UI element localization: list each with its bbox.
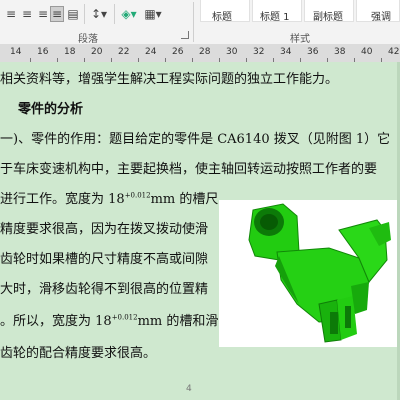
body-line: 相关资料等，增强学生解决工程实际问题的独立工作能力。 (0, 72, 339, 87)
part-figure[interactable] (219, 200, 400, 347)
body-line: 齿轮时如果槽的尺寸精度不高或间隙 (0, 252, 209, 267)
ribbon: ≡ ≡ ≡ ≡ ▤ ↕▾ ◈▾ ▦▾ 段落 标题 标题 1 副标题 强调 样式 (0, 0, 400, 45)
body-line: 。所以，宽度为 18+0.012mm 的槽和滑 (0, 310, 218, 329)
ruler-number: 36 (307, 47, 319, 57)
shading-icon[interactable]: ◈▾ (118, 6, 140, 22)
ruler-number: 22 (118, 47, 130, 57)
style-heading-1-label: 标题 1 (260, 12, 290, 23)
text-run: mm 的槽尺 (150, 192, 219, 207)
align-left-icon[interactable]: ≡ (4, 6, 18, 22)
align-right-icon[interactable]: ≡ (36, 6, 50, 22)
ruler-number: 16 (37, 47, 49, 57)
text-run: 进行工作。宽度为 18 (0, 192, 125, 207)
tolerance-superscript: +0.012 (124, 191, 151, 200)
style-emphasis-label: 强调 (371, 12, 391, 23)
align-center-icon[interactable]: ≡ (20, 6, 34, 22)
ruler-number: 18 (64, 47, 76, 57)
body-line: 一)、零件的作用：题目给定的零件是 CA6140 拨叉（见附图 1）它 (0, 132, 391, 147)
body-line: 进行工作。宽度为 18+0.012mm 的槽尺 (0, 188, 218, 207)
page-number: 4 (186, 384, 192, 394)
paragraph-group-label: 段落 (78, 34, 98, 45)
ruler-number: 40 (361, 47, 373, 57)
distributed-align-icon[interactable]: ▤ (66, 6, 80, 22)
ruler-number: 26 (172, 47, 184, 57)
ruler-number: 38 (334, 47, 346, 57)
ruler-number: 42 (388, 47, 400, 57)
ruler-number: 30 (226, 47, 238, 57)
separator (84, 4, 85, 24)
fork-part-image (248, 203, 391, 343)
ruler-number: 32 (253, 47, 265, 57)
body-line: 于车床变速机构中，主要起换档，使主轴回转运动按照工作者的要 (0, 162, 378, 177)
text-run: 。所以，宽度为 18 (0, 314, 112, 329)
tolerance-superscript: +0.012 (111, 313, 138, 322)
style-heading-label: 标题 (212, 12, 232, 23)
horizontal-ruler[interactable]: 14 16 18 20 22 24 26 28 30 32 34 36 38 40 42 (0, 44, 400, 63)
body-line: 齿轮的配合精度要求很高。 (0, 346, 157, 361)
body-line: 大时，滑移齿轮得不到很高的位置精 (0, 282, 209, 297)
body-line: 精度要求很高，因为在拨叉拨动使滑 (0, 222, 209, 237)
separator (193, 2, 194, 42)
styles-group-label: 样式 (290, 34, 310, 45)
ruler-number: 24 (145, 47, 157, 57)
style-subtitle-label: 副标题 (313, 12, 343, 23)
line-spacing-icon[interactable]: ↕▾ (88, 6, 110, 22)
text-run: mm 的槽和滑 (137, 314, 219, 329)
separator (114, 4, 115, 24)
borders-icon[interactable]: ▦▾ (142, 6, 164, 22)
section-heading: 零件的分析 (18, 102, 84, 117)
ruler-number: 34 (280, 47, 292, 57)
paragraph-dialog-launcher-icon[interactable] (181, 31, 189, 39)
ruler-number: 28 (199, 47, 211, 57)
ruler-number: 20 (91, 47, 103, 57)
ruler-number: 14 (10, 47, 22, 57)
justify-icon[interactable]: ≡ (50, 6, 64, 22)
